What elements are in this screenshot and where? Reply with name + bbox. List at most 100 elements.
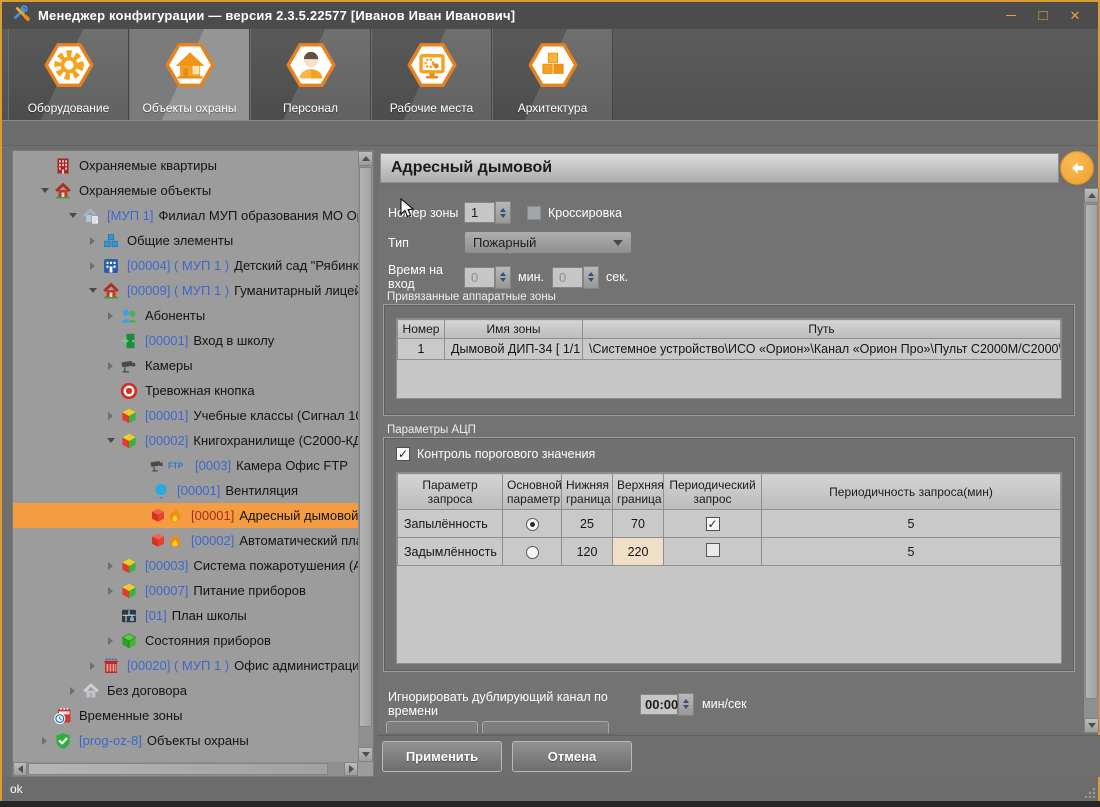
type-dropdown[interactable]: Пожарный [464, 231, 632, 254]
tree-item[interactable]: [МУП 1]Филиал МУП образования МО Орехово [13, 203, 358, 228]
tree-item[interactable]: Общие элементы [13, 228, 358, 253]
toolbar-item-personnel[interactable]: Персонал [250, 29, 371, 120]
apply-button[interactable]: Применить [382, 741, 502, 772]
chevron-down-icon[interactable] [85, 288, 100, 293]
cell-period[interactable]: 5 [762, 538, 1061, 566]
table-row[interactable]: 1 Дымовой ДИП-34 [ 1/1 ] \Системное устр… [398, 339, 1061, 360]
cell-low-bound[interactable]: 25 [562, 510, 613, 538]
tree-vertical-scrollbar[interactable] [358, 151, 373, 762]
cell-path[interactable]: \Системное устройство\ИСО «Орион»\Канал … [583, 339, 1061, 360]
column-header: Верхняя граница [613, 474, 664, 510]
periodic-checkbox[interactable] [706, 517, 720, 531]
toolbar-item-workstations[interactable]: Рабочие места [371, 29, 492, 120]
form-vertical-scrollbar[interactable] [1084, 188, 1099, 733]
scrollbar-thumb[interactable] [28, 763, 328, 775]
chevron-right-icon[interactable] [103, 362, 118, 370]
toolbar-item-equipment[interactable]: Оборудование [8, 29, 129, 120]
maximize-icon[interactable] [1030, 6, 1056, 26]
cell-main-param[interactable] [503, 510, 562, 538]
entry-minutes-spinner[interactable] [495, 266, 511, 289]
tree-item[interactable]: Тревожная кнопка [13, 378, 358, 403]
tree-item-selected[interactable]: [00001]Адресный дымовой [13, 503, 358, 528]
cell-periodic[interactable] [664, 538, 762, 566]
cell-periodic[interactable] [664, 510, 762, 538]
chevron-right-icon[interactable] [85, 237, 100, 245]
tree-item[interactable]: [00001]Учебные классы (Сигнал 10) [13, 403, 358, 428]
chevron-right-icon[interactable] [85, 662, 100, 670]
cell-number[interactable]: 1 [398, 339, 445, 360]
chevron-down-icon[interactable] [65, 213, 80, 218]
scroll-down-icon[interactable] [1084, 718, 1099, 733]
table-row[interactable]: Задымлённость 120 220 5 [398, 538, 1061, 566]
chevron-down-icon[interactable] [37, 188, 52, 193]
scrollbar-thumb[interactable] [1085, 204, 1098, 699]
type-row: Тип Пожарный [388, 231, 1070, 254]
chevron-right-icon[interactable] [103, 587, 118, 595]
cell-high-bound[interactable]: 70 [613, 510, 664, 538]
cell-param[interactable]: Запылённость [398, 510, 503, 538]
cell-period[interactable]: 5 [762, 510, 1061, 538]
zone-number-spinner[interactable] [495, 201, 511, 224]
toolbar-item-architecture[interactable]: Архитектура [492, 29, 613, 120]
crossing-checkbox[interactable] [527, 206, 541, 220]
cell-high-bound-edited[interactable]: 220 [613, 538, 664, 566]
scrollbar-thumb[interactable] [359, 167, 372, 727]
ignore-time-spinner[interactable] [678, 693, 694, 716]
threshold-checkbox[interactable] [396, 447, 410, 461]
chevron-right-icon[interactable] [65, 687, 80, 695]
chevron-right-icon[interactable] [103, 312, 118, 320]
toolbar-item-protected-objects[interactable]: Объекты охраны [129, 29, 250, 120]
zone-number-input[interactable]: 1 [464, 202, 495, 223]
tree-item[interactable]: Охраняемые объекты [13, 178, 358, 203]
chevron-right-icon[interactable] [37, 737, 52, 745]
scroll-down-icon[interactable] [358, 747, 373, 762]
chevron-right-icon[interactable] [103, 637, 118, 645]
tree-item[interactable]: Без договора [13, 678, 358, 703]
tree-item[interactable]: Охраняемые квартиры [13, 153, 358, 178]
chevron-down-icon[interactable] [103, 438, 118, 443]
entry-seconds-input[interactable]: 0 [552, 267, 583, 288]
tree-item[interactable]: [prog-oz-8]Объекты охраны [13, 728, 358, 753]
radio-selected-icon[interactable] [526, 518, 539, 531]
tree-item[interactable]: [00001]Вентиляция [13, 478, 358, 503]
tree-item[interactable]: [00004] ( МУП 1 )Детский сад "Рябинка" [13, 253, 358, 278]
tree-item[interactable]: Состояния приборов [13, 628, 358, 653]
chevron-right-icon[interactable] [103, 412, 118, 420]
ignore-time-input[interactable]: 00:00 [640, 694, 678, 715]
tree-horizontal-scrollbar[interactable] [13, 762, 358, 776]
radio-unselected-icon[interactable] [526, 546, 539, 559]
tree-item[interactable]: [00002]Автоматический пламени [13, 528, 358, 553]
tree-item[interactable]: [00002]Книгохранилище (С2000-КДЛ) [13, 428, 358, 453]
scroll-left-icon[interactable] [13, 762, 27, 776]
spin-up-icon [683, 699, 689, 703]
cell-zone-name[interactable]: Дымовой ДИП-34 [ 1/1 ] [445, 339, 583, 360]
cell-main-param[interactable] [503, 538, 562, 566]
tree-item[interactable]: FTP[0003]Камера Офис FTP [13, 453, 358, 478]
tree-item[interactable]: [00003]Система пожаротушения (АСПТ) [13, 553, 358, 578]
back-button[interactable] [1060, 151, 1094, 185]
cancel-button[interactable]: Отмена [512, 741, 632, 772]
tree-item[interactable]: Камеры [13, 353, 358, 378]
scroll-right-icon[interactable] [344, 762, 358, 776]
tree-item[interactable]: [00007]Питание приборов [13, 578, 358, 603]
tree-item[interactable]: [00009] ( МУП 1 )Гуманитарный лицей № 9 [13, 278, 358, 303]
tree-item[interactable]: [01]План школы [13, 603, 358, 628]
cell-low-bound[interactable]: 120 [562, 538, 613, 566]
tree-item[interactable]: [00020] ( МУП 1 )Офис администрации упра… [13, 653, 358, 678]
table-row[interactable]: Запылённость 25 70 5 [398, 510, 1061, 538]
scroll-up-icon[interactable] [1084, 188, 1099, 203]
scroll-up-icon[interactable] [358, 151, 373, 166]
resize-grip-icon[interactable] [1085, 788, 1095, 798]
minimize-icon[interactable] [998, 6, 1024, 26]
close-icon[interactable] [1062, 6, 1088, 26]
entry-minutes-input[interactable]: 0 [464, 267, 495, 288]
cell-param[interactable]: Задымлённость [398, 538, 503, 566]
entry-seconds-spinner[interactable] [583, 266, 599, 289]
chevron-right-icon[interactable] [103, 562, 118, 570]
tree-item[interactable]: Абоненты [13, 303, 358, 328]
office-building-icon [100, 657, 122, 675]
periodic-checkbox[interactable] [706, 543, 720, 557]
tree-item[interactable]: [00001]Вход в школу [13, 328, 358, 353]
chevron-right-icon[interactable] [85, 262, 100, 270]
tree-item[interactable]: Временные зоны [13, 703, 358, 728]
